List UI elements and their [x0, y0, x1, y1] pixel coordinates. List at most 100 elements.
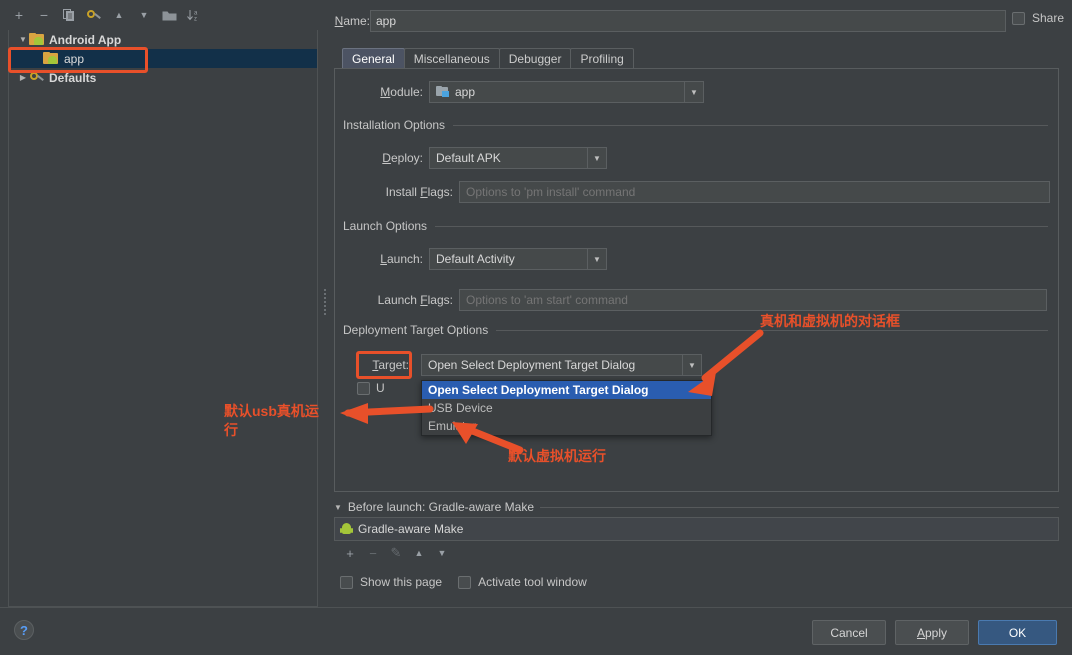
tree-node-label: Android App	[49, 32, 122, 47]
dropdown-option-emulator[interactable]: Emulator	[422, 417, 711, 435]
annotation-box-target-label	[356, 351, 412, 379]
cancel-button[interactable]: Cancel	[812, 620, 886, 645]
use-same-device-row[interactable]: U	[357, 381, 385, 395]
install-flags-label: Install Flags:	[385, 185, 453, 199]
add-configuration-icon[interactable]: +	[8, 4, 30, 26]
module-icon	[436, 86, 450, 98]
folder-icon[interactable]	[158, 4, 180, 26]
add-task-icon[interactable]: +	[342, 545, 358, 561]
share-checkbox-row[interactable]: Share	[1011, 11, 1064, 25]
annotation-dialog-note: 真机和虚拟机的对话框	[760, 313, 900, 329]
share-label: Share	[1031, 11, 1064, 25]
edit-task-pencil-icon[interactable]: ✎	[388, 545, 404, 561]
before-launch-title: Before launch: Gradle-aware Make	[347, 500, 535, 514]
name-row: Name:	[330, 9, 1072, 33]
use-same-device-checkbox[interactable]	[357, 381, 370, 395]
deploy-value: Default APK	[436, 151, 501, 165]
apply-button[interactable]: Apply	[895, 620, 969, 645]
launch-flags-input[interactable]	[459, 289, 1047, 311]
move-up-icon[interactable]: ▲	[108, 4, 130, 26]
move-task-down-icon[interactable]: ▼	[434, 545, 450, 561]
splitter-grip[interactable]	[323, 288, 327, 316]
svg-text:z: z	[194, 17, 197, 23]
launch-flags-label: Launch Flags:	[377, 293, 453, 307]
chevron-down-icon[interactable]: ▼	[684, 82, 703, 102]
remove-configuration-icon[interactable]: −	[33, 4, 55, 26]
target-dropdown-list[interactable]: Open Select Deployment Target Dialog USB…	[421, 380, 712, 436]
annotation-usb-note: 默认usb真机运 行	[224, 403, 319, 438]
launch-flags-row: Launch Flags:	[343, 289, 1047, 311]
dropdown-option-usb-device[interactable]: USB Device	[422, 399, 711, 417]
target-combobox[interactable]: Open Select Deployment Target Dialog ▼	[421, 354, 702, 376]
chevron-down-icon[interactable]: ▼	[587, 148, 606, 168]
expand-arrow-icon[interactable]: ▼	[17, 35, 29, 44]
launch-row: Launch: Default Activity ▼	[343, 248, 607, 270]
sort-alphabetically-icon[interactable]: az	[183, 4, 205, 26]
deploy-row: Deploy: Default APK ▼	[343, 147, 607, 169]
tab-profiling[interactable]: Profiling	[570, 48, 634, 69]
ok-button[interactable]: OK	[978, 620, 1057, 645]
tab-bar: General Miscellaneous Debugger Profiling	[342, 48, 634, 69]
android-robot-icon	[340, 523, 353, 535]
share-checkbox[interactable]	[1011, 11, 1025, 25]
install-flags-input[interactable]	[459, 181, 1050, 203]
collapse-arrow-icon[interactable]: ▼	[334, 503, 342, 512]
section-divider	[453, 124, 1048, 126]
tab-general[interactable]: General	[342, 48, 405, 69]
show-this-page-row[interactable]: Show this page	[340, 575, 442, 589]
general-tab-content: Module: app ▼ Installation Options Deplo…	[334, 68, 1059, 492]
gear-wrench-icon	[86, 9, 102, 22]
tree-toolbar: + − ▲ ▼ az	[0, 0, 318, 30]
move-task-up-icon[interactable]: ▲	[411, 545, 427, 561]
before-launch-header[interactable]: ▼ Before launch: Gradle-aware Make	[334, 500, 1059, 514]
android-app-folder-icon	[29, 33, 45, 46]
launch-label: Launch:	[380, 252, 423, 266]
deployment-target-options-section: Deployment Target Options	[343, 323, 1048, 337]
edit-templates-gear-wrench-icon[interactable]	[83, 4, 105, 26]
module-value: app	[455, 85, 476, 99]
collapse-arrow-icon[interactable]: ▶	[17, 73, 29, 82]
remove-task-icon[interactable]: −	[365, 545, 381, 561]
module-label: Module:	[380, 85, 423, 99]
dialog-footer: ? Cancel Apply OK	[0, 607, 1072, 655]
use-same-device-label: U	[376, 381, 385, 395]
activate-tool-window-label: Activate tool window	[478, 575, 587, 589]
module-row: Module: app ▼	[343, 81, 704, 103]
annotation-emulator-note: 默认虚拟机运行	[508, 448, 606, 464]
name-label: Name:	[334, 14, 370, 28]
launch-value: Default Activity	[436, 252, 515, 266]
launch-combobox[interactable]: Default Activity ▼	[429, 248, 607, 270]
before-launch-task-row[interactable]: Gradle-aware Make	[334, 517, 1059, 541]
chevron-down-icon[interactable]: ▼	[682, 355, 701, 375]
copy-configuration-icon[interactable]	[58, 4, 80, 26]
activate-tool-window-checkbox[interactable]	[458, 575, 472, 589]
show-this-page-checkbox[interactable]	[340, 575, 353, 589]
move-down-icon[interactable]: ▼	[133, 4, 155, 26]
section-divider	[435, 225, 1048, 227]
launch-options-section: Launch Options	[343, 219, 1048, 233]
bottom-checkbox-row: Show this page Activate tool window	[340, 575, 587, 589]
section-divider	[540, 506, 1059, 508]
help-icon[interactable]: ?	[14, 620, 34, 640]
panel-splitter[interactable]	[320, 0, 330, 607]
configurations-tree[interactable]: ▼ Android App app ▶ Defaults	[8, 30, 318, 607]
name-input[interactable]	[370, 10, 1006, 32]
before-launch-task-label: Gradle-aware Make	[358, 522, 464, 536]
target-value: Open Select Deployment Target Dialog	[428, 358, 636, 372]
annotation-box-app-node	[8, 47, 148, 73]
deployment-target-options-title: Deployment Target Options	[343, 323, 489, 337]
tab-miscellaneous[interactable]: Miscellaneous	[403, 48, 500, 69]
dropdown-option-open-dialog[interactable]: Open Select Deployment Target Dialog	[422, 381, 711, 399]
installation-options-section: Installation Options	[343, 118, 1048, 132]
chevron-down-icon[interactable]: ▼	[587, 249, 606, 269]
activate-tool-window-row[interactable]: Activate tool window	[458, 575, 587, 589]
configuration-editor-panel: Name: Share General Miscellaneous Debugg…	[330, 0, 1072, 607]
show-this-page-label: Show this page	[360, 575, 443, 589]
before-launch-toolbar: + − ✎ ▲ ▼	[334, 541, 1059, 565]
tab-debugger[interactable]: Debugger	[498, 48, 572, 69]
module-combobox[interactable]: app ▼	[429, 81, 704, 103]
launch-options-title: Launch Options	[343, 219, 428, 233]
run-debug-configurations-dialog: + − ▲ ▼ az ▼ Android App app ▶ Defaults …	[0, 0, 1072, 655]
deploy-combobox[interactable]: Default APK ▼	[429, 147, 607, 169]
module-combobox-value-wrap: app	[430, 85, 684, 99]
